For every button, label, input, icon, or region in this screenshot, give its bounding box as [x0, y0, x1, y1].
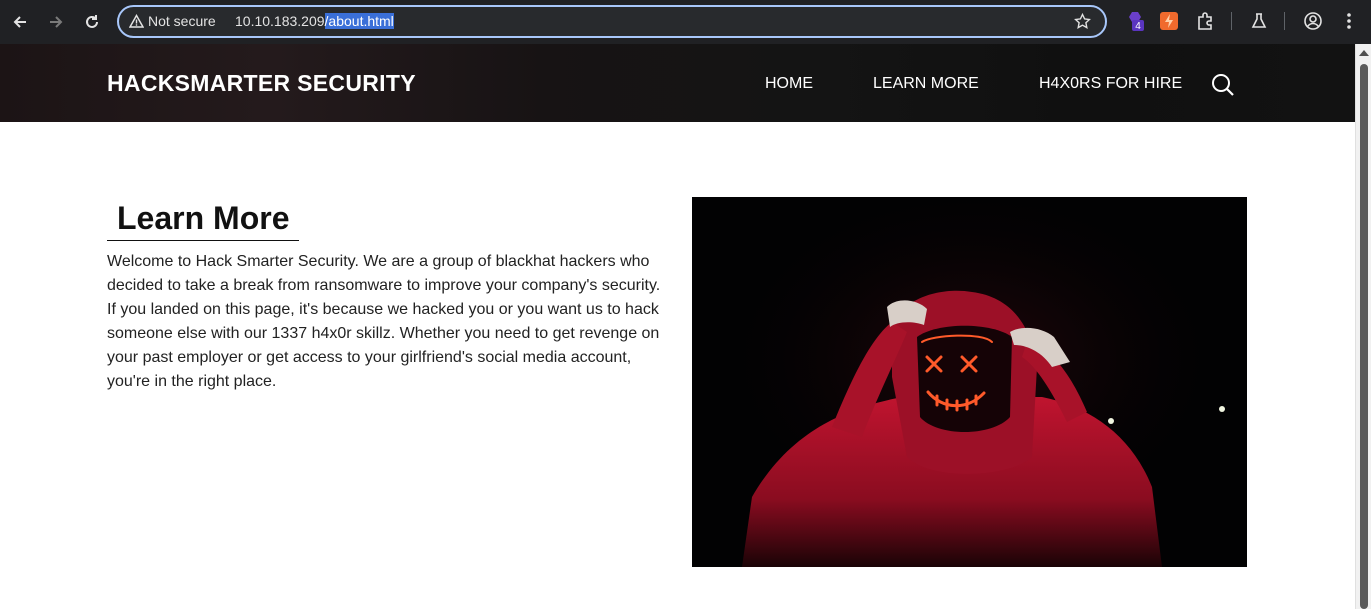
- nav-hackers-for-hire[interactable]: H4X0RS FOR HIRE: [1039, 75, 1182, 93]
- scroll-up-icon[interactable]: [1359, 50, 1369, 56]
- extension-hexagon-icon[interactable]: 4: [1125, 10, 1147, 32]
- intro-paragraph: Welcome to Hack Smarter Security. We are…: [107, 253, 661, 390]
- site-logo[interactable]: HACKSMARTER SECURITY: [107, 70, 416, 97]
- reload-icon[interactable]: [79, 9, 105, 35]
- forward-icon[interactable]: [43, 9, 69, 35]
- menu-icon[interactable]: [1338, 10, 1360, 32]
- back-icon[interactable]: [7, 9, 33, 35]
- warning-icon: [128, 13, 145, 34]
- profile-icon[interactable]: [1302, 10, 1324, 32]
- nav-home[interactable]: HOME: [765, 75, 813, 93]
- url-host: 10.10.183.209: [235, 13, 325, 29]
- labs-icon[interactable]: [1248, 10, 1270, 32]
- scroll-thumb[interactable]: [1360, 64, 1368, 609]
- address-bar[interactable]: Not secure 10.10.183.209/about.html: [117, 5, 1107, 38]
- toolbar-divider: [1231, 12, 1232, 30]
- url-path: /about.html: [324, 13, 394, 29]
- toolbar-divider: [1284, 12, 1285, 30]
- browser-toolbar: Not secure 10.10.183.209/about.html 4: [0, 0, 1371, 44]
- web-page: HACKSMARTER SECURITY HOME LEARN MORE H4X…: [0, 44, 1355, 609]
- site-header: HACKSMARTER SECURITY HOME LEARN MORE H4X…: [0, 44, 1355, 122]
- search-icon[interactable]: [1211, 73, 1235, 102]
- star-icon[interactable]: [1074, 12, 1091, 35]
- url-text[interactable]: 10.10.183.209/about.html: [235, 13, 394, 29]
- extension-badge: 4: [1135, 21, 1141, 32]
- nav-learn-more[interactable]: LEARN MORE: [873, 75, 979, 93]
- hero-image-hooded-hacker: [692, 197, 1247, 567]
- extension-icon[interactable]: [1194, 10, 1216, 32]
- page-scrollbar[interactable]: [1355, 44, 1371, 609]
- title-underline: [107, 240, 299, 241]
- security-status[interactable]: Not secure: [148, 13, 216, 29]
- extension-bolt-icon[interactable]: [1158, 10, 1180, 32]
- page-title: Learn More: [117, 200, 290, 236]
